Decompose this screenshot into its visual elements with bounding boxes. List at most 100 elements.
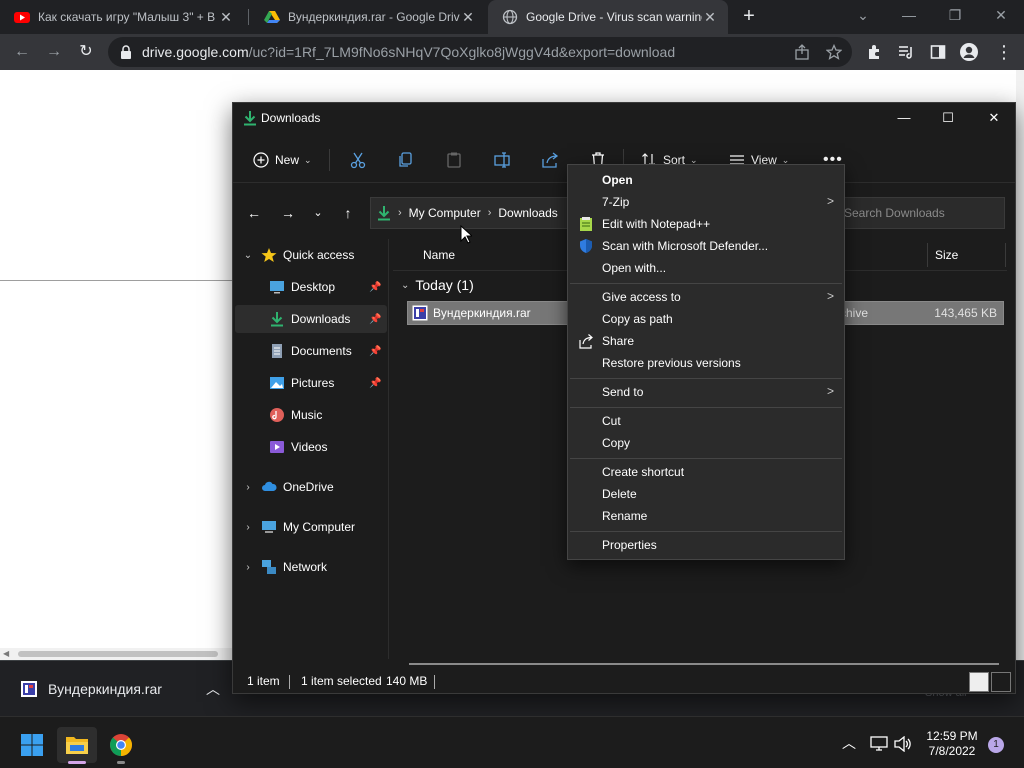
paste-clipboard-icon[interactable] (445, 149, 463, 171)
horizontal-scrollbar[interactable] (409, 663, 999, 665)
nav-my-computer[interactable]: › My Computer (235, 513, 387, 541)
menu-item-cut[interactable]: Cut (570, 410, 842, 432)
column-name[interactable]: Name (423, 248, 455, 262)
nav-onedrive[interactable]: › OneDrive (235, 473, 387, 501)
menu-separator (570, 458, 842, 459)
details-view-icon[interactable] (969, 672, 989, 692)
pin-icon[interactable]: 📌 (369, 346, 381, 357)
tab-youtube[interactable]: Как скачать игру "Малыш 3" + В ✕ (0, 0, 244, 34)
column-divider[interactable] (1005, 243, 1006, 267)
side-panel-icon[interactable] (930, 44, 946, 60)
close-window-button[interactable]: ✕ (978, 0, 1024, 30)
menu-item-rename[interactable]: Rename (570, 505, 842, 527)
explorer-title-bar[interactable]: Downloads — ☐ ✕ (233, 103, 1015, 133)
forward-arrow-icon[interactable]: → (277, 203, 299, 223)
media-control-icon[interactable] (898, 44, 914, 60)
minimize-button[interactable]: — (881, 103, 927, 133)
reload-icon[interactable]: ↻ (74, 40, 98, 64)
menu-item-7zip[interactable]: 7-Zip > (570, 191, 842, 213)
minimize-button[interactable]: — (886, 0, 932, 30)
rename-icon[interactable] (493, 149, 511, 171)
search-input[interactable]: Search Downloads (835, 197, 1005, 229)
nav-documents[interactable]: Documents 📌 (235, 337, 387, 365)
forward-arrow-icon[interactable]: → (42, 40, 66, 64)
menu-item-copy-as-path[interactable]: Copy as path (570, 308, 842, 330)
nav-quick-access[interactable]: ⌄ Quick access (235, 241, 387, 269)
chevron-right-icon[interactable]: › (241, 482, 255, 493)
close-window-button[interactable]: ✕ (971, 103, 1015, 133)
cut-scissors-icon[interactable] (349, 149, 367, 171)
back-arrow-icon[interactable]: ← (243, 203, 265, 223)
chevron-down-icon[interactable]: ⌄ (840, 0, 886, 30)
nav-videos[interactable]: Videos (235, 433, 387, 461)
notification-badge[interactable]: 1 (988, 737, 1004, 753)
up-arrow-icon[interactable]: ↑ (337, 203, 359, 223)
bookmark-star-icon[interactable] (826, 44, 842, 60)
scroll-left-icon[interactable]: ◀ (3, 649, 9, 658)
close-tab-icon[interactable]: ✕ (702, 9, 718, 26)
share-icon[interactable] (541, 149, 559, 171)
maximize-button[interactable]: ☐ (925, 103, 971, 133)
nav-network[interactable]: › Network (235, 553, 387, 581)
breadcrumb-chevron-icon: › (487, 207, 492, 219)
tab-google-drive[interactable]: Вундеркиндия.rar - Google Drive ✕ (250, 0, 486, 34)
menu-item-copy[interactable]: Copy (570, 432, 842, 454)
restore-button[interactable]: ❐ (932, 0, 978, 30)
breadcrumb-my-computer[interactable]: My Computer (409, 206, 481, 220)
active-app-indicator (68, 761, 86, 764)
close-tab-icon[interactable]: ✕ (218, 9, 234, 26)
nav-pictures[interactable]: Pictures 📌 (235, 369, 387, 397)
browser-menu-icon[interactable]: ⋮ (992, 40, 1016, 64)
share-page-icon[interactable] (794, 44, 810, 60)
volume-speaker-icon[interactable] (894, 736, 912, 752)
chrome-icon[interactable] (109, 733, 133, 757)
nav-downloads[interactable]: Downloads 📌 (235, 305, 387, 333)
chevron-down-icon[interactable]: ⌄ (401, 280, 409, 291)
large-icons-view-icon[interactable] (991, 672, 1011, 692)
pin-icon[interactable]: 📌 (369, 378, 381, 389)
network-monitor-icon[interactable] (870, 736, 888, 752)
chevron-right-icon[interactable]: › (241, 522, 255, 533)
chevron-down-icon[interactable]: ⌄ (241, 250, 255, 261)
address-bar[interactable]: drive.google.com/uc?id=1Rf_7LM9fNo6sNHqV… (108, 37, 852, 67)
menu-item-share[interactable]: Share (570, 330, 842, 352)
nav-music[interactable]: Music (235, 401, 387, 429)
new-tab-button[interactable]: + (738, 5, 760, 27)
pin-icon[interactable]: 📌 (369, 282, 381, 293)
page-vertical-scrollbar[interactable] (1016, 70, 1024, 660)
column-size[interactable]: Size (935, 248, 958, 262)
tab-virus-scan-warning[interactable]: Google Drive - Virus scan warning ✕ (488, 0, 728, 34)
chevron-right-icon[interactable]: › (241, 562, 255, 573)
menu-item-open-with[interactable]: Open with... (570, 257, 842, 279)
group-header[interactable]: ⌄ Today (1) (401, 277, 474, 293)
new-button[interactable]: New ⌄ (253, 149, 312, 171)
profile-avatar-icon[interactable] (959, 42, 979, 62)
menu-item-restore-versions[interactable]: Restore previous versions (570, 352, 842, 374)
page-horizontal-scrollbar[interactable]: ◀ (0, 648, 232, 660)
chevron-up-icon[interactable]: ︿ (206, 679, 220, 699)
scrollbar-thumb[interactable] (18, 651, 218, 657)
extensions-puzzle-icon[interactable] (866, 44, 882, 60)
recent-locations-chevron-icon[interactable]: ⌄ (307, 203, 329, 223)
column-divider[interactable] (927, 243, 928, 267)
menu-item-give-access[interactable]: Give access to > (570, 286, 842, 308)
menu-label: Edit with Notepad++ (602, 217, 711, 231)
copy-icon[interactable] (397, 149, 415, 171)
windows-start-icon[interactable] (20, 733, 44, 757)
nav-desktop[interactable]: Desktop 📌 (235, 273, 387, 301)
pin-icon[interactable]: 📌 (369, 314, 381, 325)
menu-item-open[interactable]: Open (570, 169, 842, 191)
menu-item-delete[interactable]: Delete (570, 483, 842, 505)
back-arrow-icon[interactable]: ← (10, 40, 34, 64)
menu-item-edit-notepad[interactable]: Edit with Notepad++ (570, 213, 842, 235)
breadcrumb-downloads[interactable]: Downloads (498, 206, 557, 220)
menu-item-properties[interactable]: Properties (570, 534, 842, 556)
menu-item-send-to[interactable]: Send to > (570, 381, 842, 403)
taskbar-clock[interactable]: 12:59 PM 7/8/2022 (916, 729, 988, 759)
chevron-up-icon[interactable]: ︿ (842, 733, 856, 753)
menu-item-create-shortcut[interactable]: Create shortcut (570, 461, 842, 483)
menu-item-scan-defender[interactable]: Scan with Microsoft Defender... (570, 235, 842, 257)
download-item[interactable]: Вундеркиндия.rar ︿ (0, 661, 232, 717)
close-tab-icon[interactable]: ✕ (460, 9, 476, 26)
taskbar-file-explorer[interactable] (57, 727, 97, 763)
